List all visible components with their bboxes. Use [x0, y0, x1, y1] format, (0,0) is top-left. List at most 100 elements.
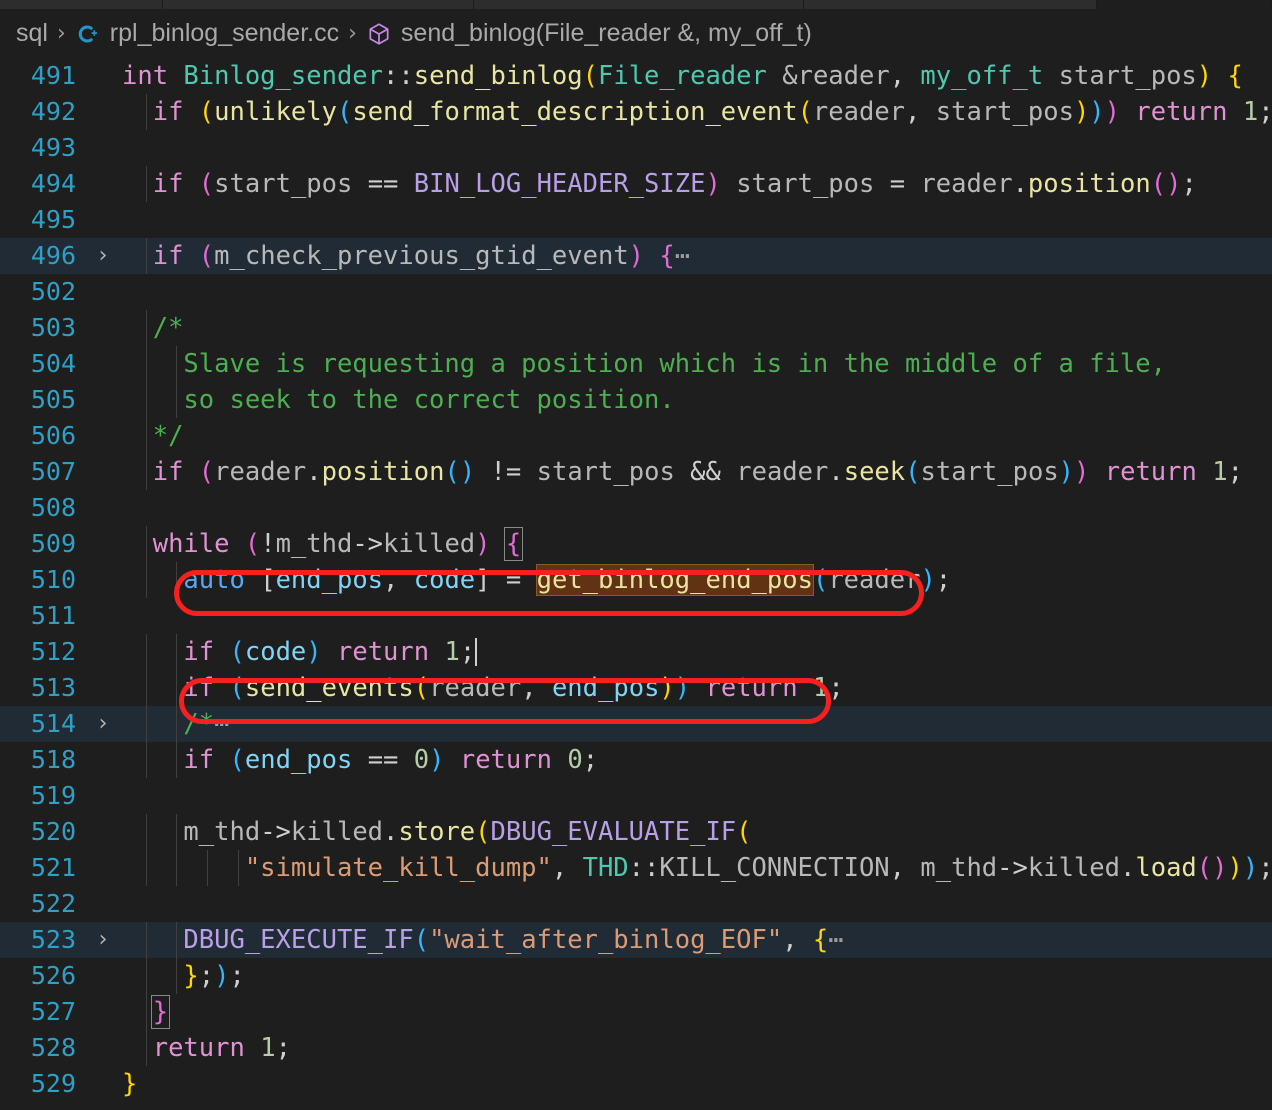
- fold-chevron-icon[interactable]: ›: [86, 238, 120, 274]
- code-line[interactable]: 503 /*: [0, 310, 1272, 346]
- code-line-folded[interactable]: 523 › DBUG_EXECUTE_IF("wait_after_binlog…: [0, 922, 1272, 958]
- line-number: 491: [0, 58, 86, 94]
- breadcrumb-item-symbol[interactable]: send_binlog(File_reader &, my_off_t): [366, 19, 812, 48]
- code-line[interactable]: 502: [0, 274, 1272, 310]
- line-number: 506: [0, 418, 86, 454]
- code-line[interactable]: 509 while (!m_thd->killed) {: [0, 526, 1272, 562]
- line-content[interactable]: /*: [120, 310, 1272, 346]
- fold-placeholder[interactable]: ⋯: [214, 709, 230, 739]
- editor-tab[interactable]: [474, 0, 804, 9]
- fold-placeholder[interactable]: ⋯: [828, 925, 844, 955]
- code-line[interactable]: 508: [0, 490, 1272, 526]
- breadcrumb-item-folder[interactable]: sql: [16, 19, 48, 48]
- breadcrumb-separator-icon: ›: [348, 21, 357, 46]
- line-number: 496: [0, 238, 86, 274]
- fold-chevron-icon[interactable]: ›: [86, 922, 120, 958]
- line-content[interactable]: m_thd->killed.store(DBUG_EVALUATE_IF(: [120, 814, 1272, 850]
- line-content[interactable]: Slave is requesting a position which is …: [120, 346, 1272, 382]
- line-number: 513: [0, 670, 86, 706]
- code-line[interactable]: 507 if (reader.position() != start_pos &…: [0, 454, 1272, 490]
- editor-tab[interactable]: [804, 0, 1097, 9]
- line-content[interactable]: "simulate_kill_dump", THD::KILL_CONNECTI…: [120, 850, 1272, 886]
- code-line[interactable]: 493: [0, 130, 1272, 166]
- line-content[interactable]: int Binlog_sender::send_binlog(File_read…: [120, 58, 1272, 94]
- line-content[interactable]: if (m_check_previous_gtid_event) {⋯: [120, 238, 1272, 274]
- line-number: 528: [0, 1030, 86, 1066]
- code-line[interactable]: 526 };);: [0, 958, 1272, 994]
- breadcrumb-folder-label: sql: [16, 19, 48, 48]
- line-number: 511: [0, 598, 86, 634]
- breadcrumb-item-file[interactable]: rpl_binlog_sender.cc: [75, 19, 339, 48]
- editor-tab[interactable]: [0, 0, 163, 9]
- code-line[interactable]: 504 Slave is requesting a position which…: [0, 346, 1272, 382]
- code-line[interactable]: 492 if (unlikely(send_format_description…: [0, 94, 1272, 130]
- line-number: 503: [0, 310, 86, 346]
- breadcrumb-separator-icon: ›: [57, 21, 66, 46]
- line-content[interactable]: if (unlikely(send_format_description_eve…: [120, 94, 1272, 130]
- code-line[interactable]: 522: [0, 886, 1272, 922]
- fold-chevron-icon[interactable]: ›: [86, 706, 120, 742]
- line-number: 529: [0, 1066, 86, 1102]
- line-content[interactable]: }: [120, 1066, 1272, 1102]
- code-line[interactable]: 527 }: [0, 994, 1272, 1030]
- breadcrumb-file-label: rpl_binlog_sender.cc: [110, 19, 339, 48]
- code-line-folded[interactable]: 496 › if (m_check_previous_gtid_event) {…: [0, 238, 1272, 274]
- code-line-with-cursor[interactable]: 512 if (code) return 1;: [0, 634, 1272, 670]
- code-line[interactable]: 495: [0, 202, 1272, 238]
- line-content[interactable]: return 1;: [120, 1030, 1272, 1066]
- editor-tab-strip[interactable]: [0, 0, 1272, 9]
- code-line[interactable]: 528 return 1;: [0, 1030, 1272, 1066]
- code-line[interactable]: 518 if (end_pos == 0) return 0;: [0, 742, 1272, 778]
- line-content[interactable]: };);: [120, 958, 1272, 994]
- code-line[interactable]: 510 auto [end_pos, code] = get_binlog_en…: [0, 562, 1272, 598]
- line-number: 492: [0, 94, 86, 130]
- code-line[interactable]: 529 }: [0, 1066, 1272, 1102]
- line-number: 502: [0, 274, 86, 310]
- editor-tab-active[interactable]: [1097, 0, 1272, 9]
- line-number: 519: [0, 778, 86, 814]
- code-line-folded[interactable]: 514 › /*⋯: [0, 706, 1272, 742]
- code-line[interactable]: 506 */: [0, 418, 1272, 454]
- line-number: 512: [0, 634, 86, 670]
- code-editor[interactable]: 491 int Binlog_sender::send_binlog(File_…: [0, 58, 1272, 1110]
- breadcrumb-symbol-label: send_binlog(File_reader &, my_off_t): [401, 19, 812, 48]
- line-number: 509: [0, 526, 86, 562]
- line-number: 495: [0, 202, 86, 238]
- bracket-match-close: }: [153, 997, 168, 1027]
- code-line[interactable]: 491 int Binlog_sender::send_binlog(File_…: [0, 58, 1272, 94]
- line-content[interactable]: /*⋯: [120, 706, 1272, 742]
- line-number: 505: [0, 382, 86, 418]
- line-number: 521: [0, 850, 86, 886]
- line-content[interactable]: if (end_pos == 0) return 0;: [120, 742, 1272, 778]
- code-line[interactable]: 505 so seek to the correct position.: [0, 382, 1272, 418]
- line-content[interactable]: if (start_pos == BIN_LOG_HEADER_SIZE) st…: [120, 166, 1272, 202]
- line-content[interactable]: if (reader.position() != start_pos && re…: [120, 454, 1272, 490]
- line-number: 522: [0, 886, 86, 922]
- fold-placeholder[interactable]: ⋯: [675, 241, 691, 271]
- code-line[interactable]: 513 if (send_events(reader, end_pos)) re…: [0, 670, 1272, 706]
- bracket-match-open: {: [506, 529, 521, 559]
- line-content[interactable]: auto [end_pos, code] = get_binlog_end_po…: [120, 562, 1272, 598]
- line-content[interactable]: */: [120, 418, 1272, 454]
- line-content[interactable]: }: [120, 994, 1272, 1030]
- line-number: 520: [0, 814, 86, 850]
- code-line[interactable]: 511: [0, 598, 1272, 634]
- line-number: 493: [0, 130, 86, 166]
- text-cursor: [475, 638, 477, 666]
- line-number: 510: [0, 562, 86, 598]
- code-line[interactable]: 521 "simulate_kill_dump", THD::KILL_CONN…: [0, 850, 1272, 886]
- line-content[interactable]: so seek to the correct position.: [120, 382, 1272, 418]
- editor-tab[interactable]: [163, 0, 474, 9]
- breadcrumb: sql › rpl_binlog_sender.cc › send_binlog…: [0, 9, 1272, 58]
- code-line[interactable]: 519: [0, 778, 1272, 814]
- line-content[interactable]: while (!m_thd->killed) {: [120, 526, 1272, 562]
- code-line[interactable]: 520 m_thd->killed.store(DBUG_EVALUATE_IF…: [0, 814, 1272, 850]
- line-content[interactable]: if (code) return 1;: [120, 634, 1272, 670]
- line-number: 526: [0, 958, 86, 994]
- line-content[interactable]: DBUG_EXECUTE_IF("wait_after_binlog_EOF",…: [120, 922, 1272, 958]
- search-highlight-token[interactable]: get_binlog_end_pos: [537, 565, 813, 595]
- line-number: 523: [0, 922, 86, 958]
- line-number: 504: [0, 346, 86, 382]
- line-content[interactable]: if (send_events(reader, end_pos)) return…: [120, 670, 1272, 706]
- code-line[interactable]: 494 if (start_pos == BIN_LOG_HEADER_SIZE…: [0, 166, 1272, 202]
